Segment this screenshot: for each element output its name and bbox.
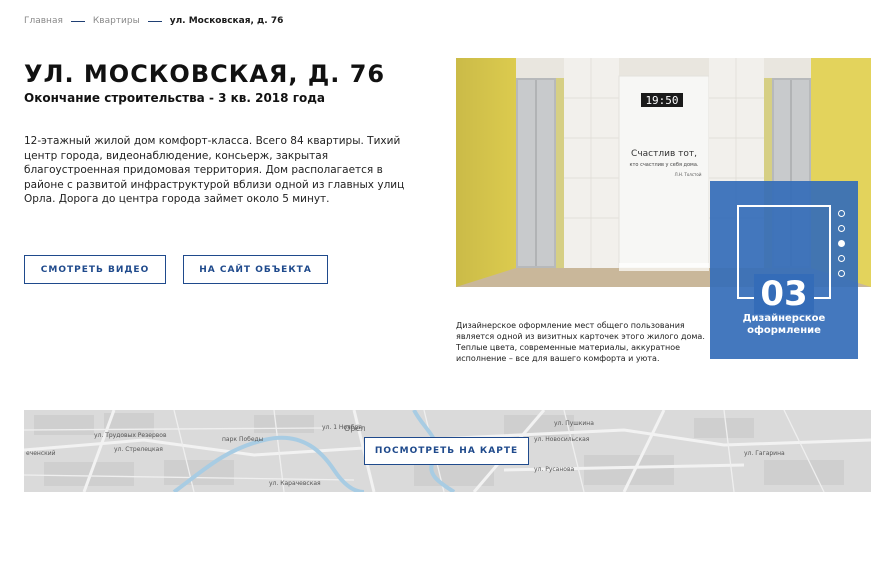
map-label-park-pobedy: парк Победы	[222, 436, 264, 443]
map-label-rusanova: ул. Русанова	[534, 466, 575, 473]
map-label-pushkina: ул. Пушкина	[554, 420, 594, 427]
slide-dot-1[interactable]	[838, 210, 845, 217]
breadcrumb-current: ул. Московская, д. 76	[169, 16, 284, 26]
map-label-novosilskaya: ул. Новосильская	[534, 436, 590, 443]
feature-label-line-1: Дизайнерское	[742, 313, 826, 324]
slide-dot-4[interactable]	[838, 255, 845, 262]
breadcrumb-section-link[interactable]: Квартиры	[93, 16, 140, 26]
quote-line-1: Счастлив тот,	[631, 149, 697, 159]
slide-dot-2[interactable]	[838, 225, 845, 232]
map-city-label: Орёл	[344, 424, 366, 433]
feature-number: 03	[710, 274, 858, 314]
feature-number-text: 03	[754, 274, 814, 314]
map-label-gagarina: ул. Гагарина	[744, 450, 785, 457]
slide-dot-3[interactable]	[838, 240, 845, 247]
object-site-button[interactable]: НА САЙТ ОБЪЕКТА	[183, 255, 328, 284]
watch-video-button[interactable]: СМОТРЕТЬ ВИДЕО	[24, 255, 166, 284]
show-on-map-button[interactable]: ПОСМОТРЕТЬ НА КАРТЕ	[364, 437, 529, 465]
map-label-streletskaya: ул. Стрелецкая	[114, 446, 163, 453]
feature-card: 03 Дизайнерское оформление	[710, 181, 858, 359]
map-label-trudovykh-rezervov: ул. Трудовых Резервов	[94, 432, 167, 439]
clock-display: 19:50	[645, 94, 678, 107]
quote-line-2: кто счастлив у себя дома.	[630, 162, 699, 168]
object-description: 12-этажный жилой дом комфорт-класса. Все…	[24, 135, 405, 205]
quote-author: Л.Н. Толстой	[675, 172, 702, 177]
breadcrumb-separator	[147, 20, 162, 22]
breadcrumb-separator	[70, 20, 85, 22]
map-label-chechensky: еченский	[26, 450, 56, 457]
map-label-karachevskaya: ул. Карачевская	[269, 480, 321, 487]
gallery-caption: Дизайнерское оформление мест общего поль…	[456, 321, 705, 363]
page-title: УЛ. МОСКОВСКАЯ, Д. 76	[24, 60, 386, 88]
breadcrumb-home-link[interactable]: Главная	[24, 16, 63, 26]
slide-dot-5[interactable]	[838, 270, 845, 277]
construction-completion: Окончание строительства - 3 кв. 2018 год…	[24, 91, 325, 105]
feature-label-line-2: оформление	[747, 325, 821, 336]
feature-label: Дизайнерское оформление	[710, 313, 858, 337]
breadcrumb: Главная Квартиры ул. Московская, д. 76	[24, 16, 283, 26]
slider-pagination	[838, 210, 845, 277]
